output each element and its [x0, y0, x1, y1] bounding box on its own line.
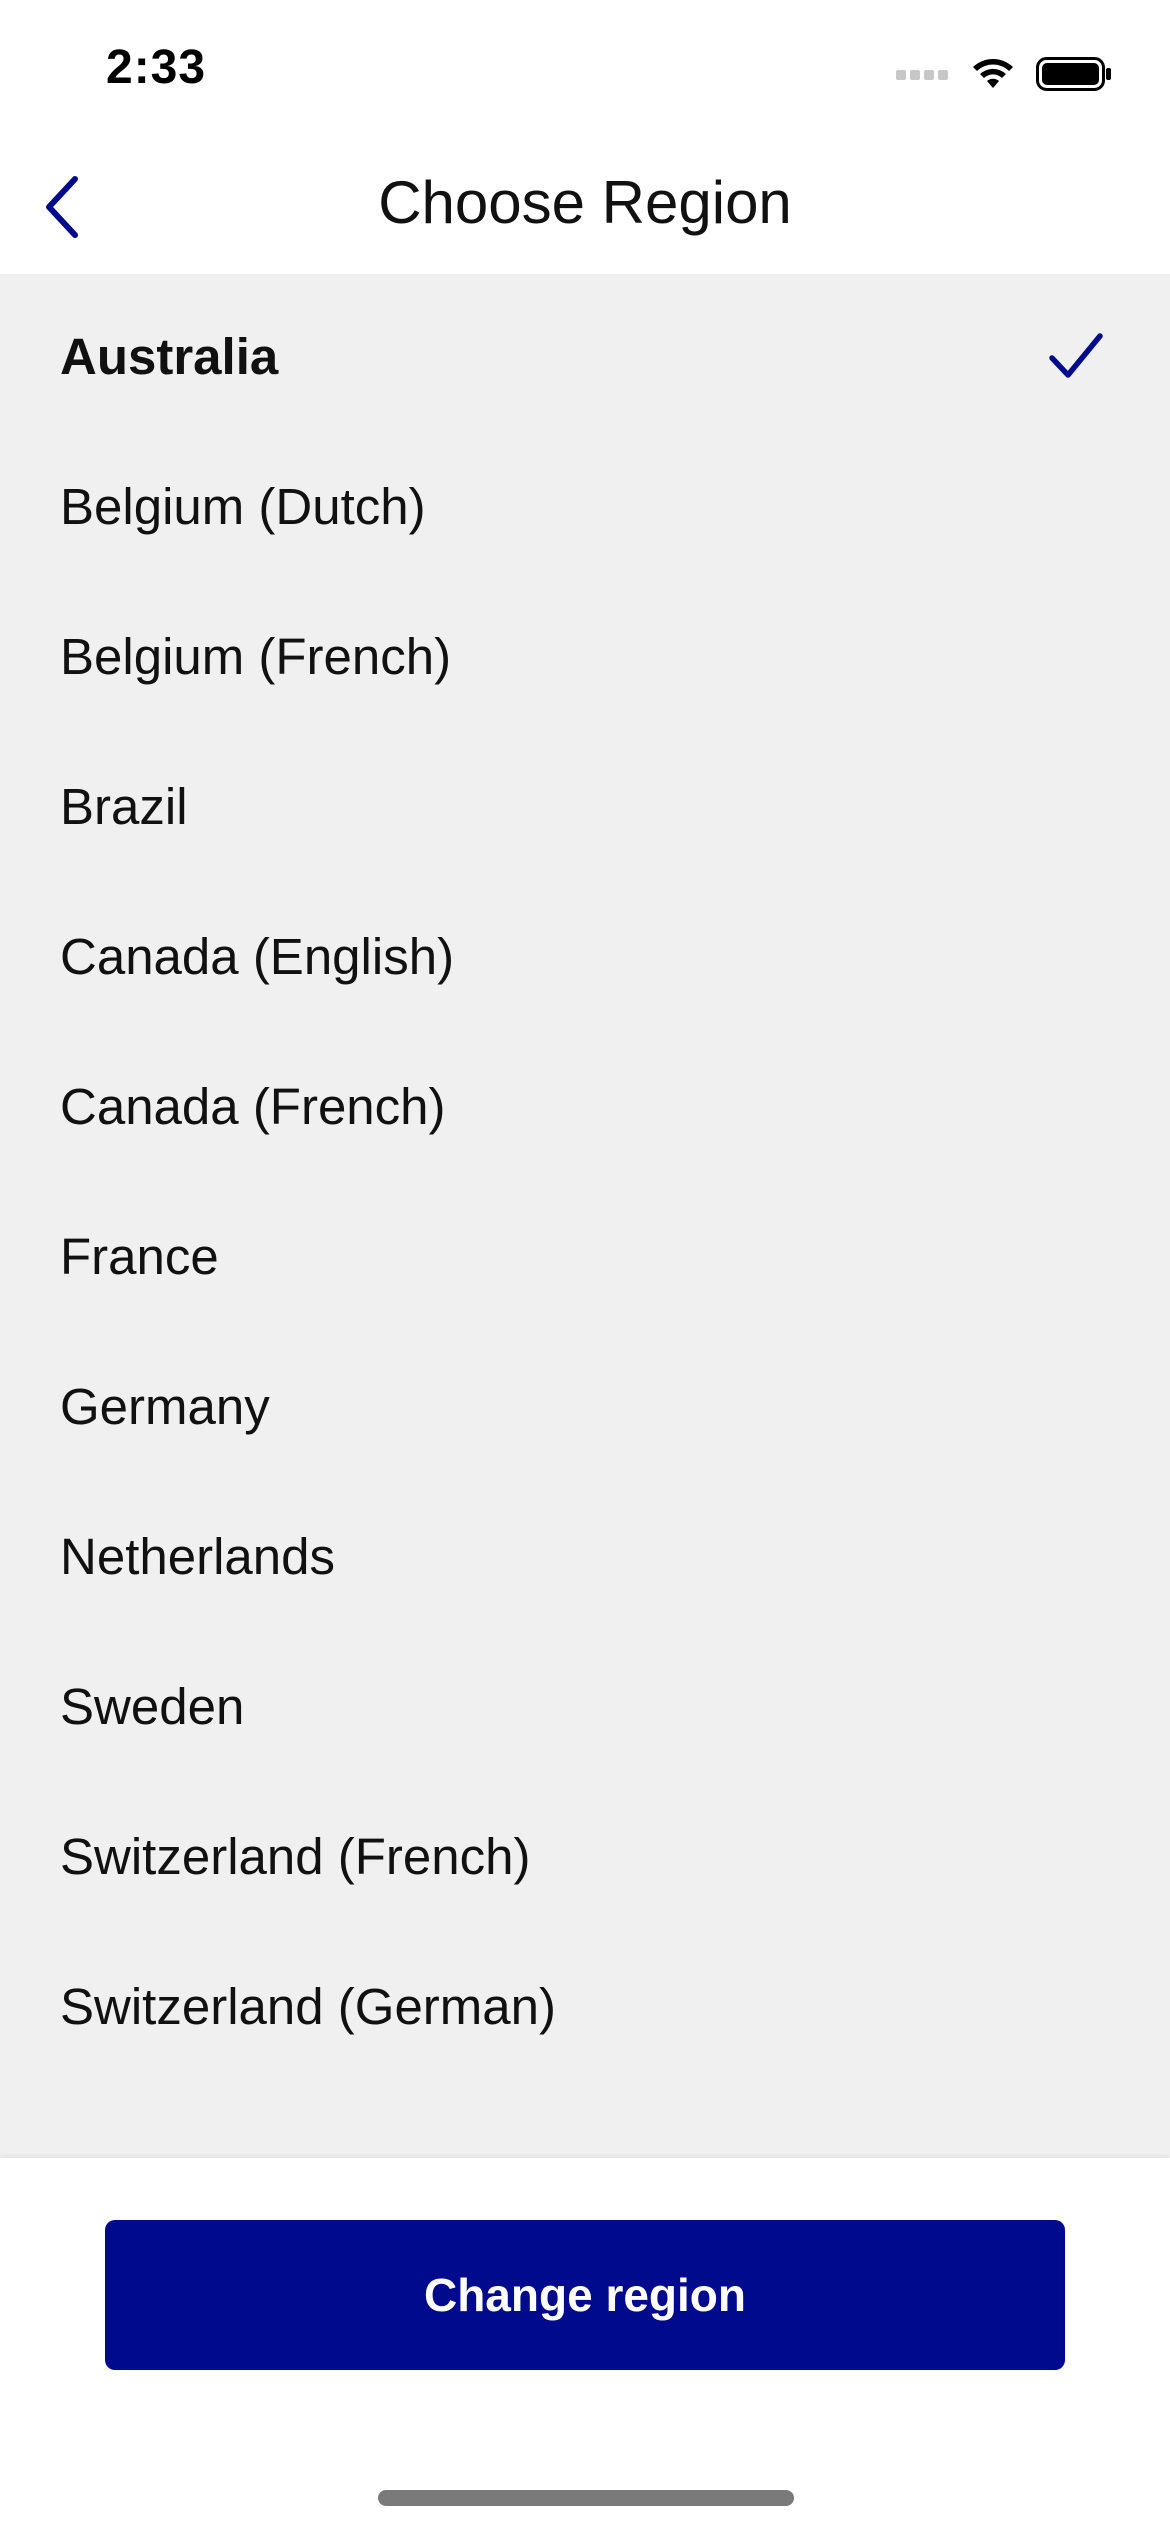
region-item-label: Canada (French) — [60, 1077, 446, 1135]
region-item-netherlands[interactable]: Netherlands — [0, 1481, 1170, 1631]
change-region-button[interactable]: Change region — [105, 2220, 1065, 2370]
region-item-label: Netherlands — [60, 1527, 335, 1585]
region-item-belgium-dutch[interactable]: Belgium (Dutch) — [0, 431, 1170, 581]
checkmark-icon — [1049, 333, 1103, 378]
navigation-bar: Choose Region — [0, 140, 1170, 274]
region-item-label: Australia — [60, 327, 279, 385]
footer: Change region — [0, 2158, 1170, 2532]
region-item-label: Switzerland (German) — [60, 1977, 556, 2035]
region-item-label: Germany — [60, 1377, 270, 1435]
region-item-germany[interactable]: Germany — [0, 1331, 1170, 1481]
region-item-australia[interactable]: Australia — [0, 281, 1170, 431]
page-title: Choose Region — [378, 169, 792, 236]
region-item-label: Sweden — [60, 1677, 245, 1735]
region-item-sweden[interactable]: Sweden — [0, 1631, 1170, 1781]
region-item-label: Switzerland (French) — [60, 1827, 531, 1885]
region-item-switzerland-german[interactable]: Switzerland (German) — [0, 1931, 1170, 2081]
region-item-switzerland-french[interactable]: Switzerland (French) — [0, 1781, 1170, 1931]
region-item-brazil[interactable]: Brazil — [0, 731, 1170, 881]
region-item-france[interactable]: France — [0, 1181, 1170, 1331]
cellular-signal-icon — [896, 70, 948, 80]
region-item-label: Brazil — [60, 777, 188, 835]
region-item-label: France — [60, 1227, 219, 1285]
region-item-label: Canada (English) — [60, 927, 455, 985]
wifi-icon — [973, 59, 1013, 88]
status-bar: 2:33 — [0, 0, 1170, 140]
home-indicator[interactable] — [378, 2490, 794, 2506]
battery-icon — [1036, 57, 1111, 91]
region-item-belgium-french[interactable]: Belgium (French) — [0, 581, 1170, 731]
region-item-canada-french[interactable]: Canada (French) — [0, 1031, 1170, 1181]
region-item-canada-english[interactable]: Canada (English) — [0, 881, 1170, 1031]
region-item-label: Belgium (Dutch) — [60, 477, 426, 535]
status-time: 2:33 — [106, 41, 207, 94]
region-list: Australia Belgium (Dutch) Belgium (Frenc… — [0, 274, 1170, 2158]
region-item-label: Belgium (French) — [60, 627, 452, 685]
status-icons — [896, 52, 1112, 96]
